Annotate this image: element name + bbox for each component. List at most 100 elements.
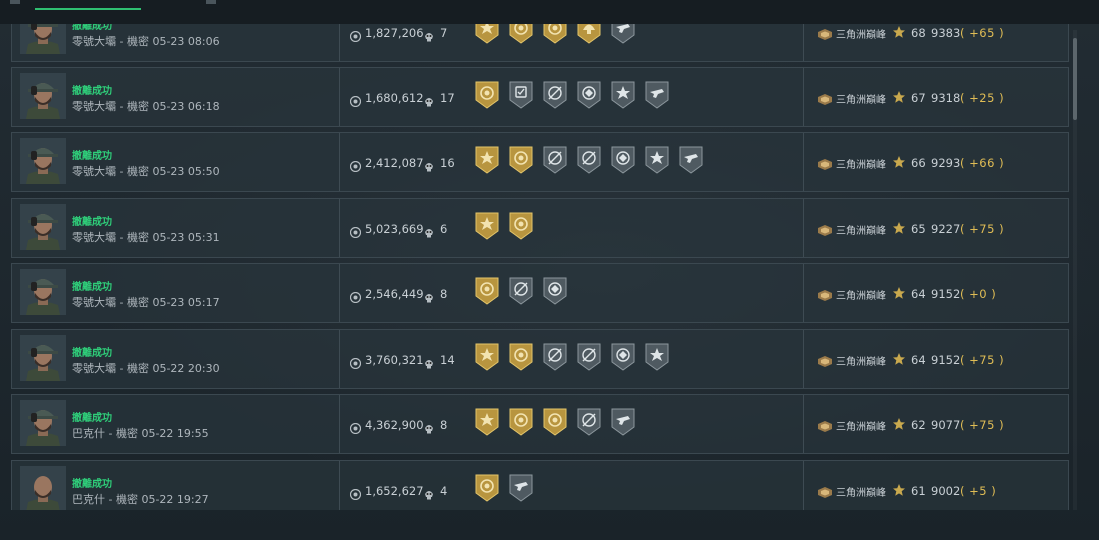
skull-icon <box>424 419 434 434</box>
column-divider <box>339 330 340 388</box>
gray-star-medal-icon[interactable] <box>610 80 636 110</box>
coin-icon <box>349 223 362 239</box>
kill-count: 17 <box>440 91 455 105</box>
column-divider <box>803 264 804 322</box>
gray-target-medal-icon[interactable] <box>542 342 568 372</box>
star-level: 65 <box>911 222 926 236</box>
extraction-status: 撤離成功 <box>72 348 112 359</box>
column-divider <box>803 68 804 126</box>
column-divider <box>803 330 804 388</box>
gray-target-medal-icon[interactable] <box>508 276 534 306</box>
map-time-label: 零號大壩 - 機密 05-23 05:31 <box>72 231 220 244</box>
extraction-status: 撤離成功 <box>72 217 112 228</box>
gray-target-medal-icon[interactable] <box>576 407 602 437</box>
rank-emblem-icon <box>817 484 833 498</box>
operator-avatar <box>20 138 66 184</box>
rank-tier-label: 三角洲巔峰 <box>836 95 886 106</box>
gray-target-medal-icon[interactable] <box>576 145 602 175</box>
gray-eye-medal-icon[interactable] <box>610 145 636 175</box>
gold-ring-medal-icon[interactable] <box>474 473 500 503</box>
coin-icon <box>349 92 362 108</box>
rank-tier-label: 三角洲巔峰 <box>836 357 886 368</box>
column-divider <box>339 395 340 453</box>
match-row[interactable]: 撤離成功 零號大壩 - 機密 05-23 05:17 2,546,449 8 三角洲巔峰… <box>11 263 1069 323</box>
gray-gun-medal-icon[interactable] <box>610 407 636 437</box>
score-delta: ( +5 ) <box>960 484 997 498</box>
gold-ring-medal-icon[interactable] <box>508 407 534 437</box>
rank-emblem-icon <box>817 353 833 367</box>
skull-icon <box>424 157 434 172</box>
top-tab-bar <box>0 0 1099 24</box>
gray-gun-medal-icon[interactable] <box>508 473 534 503</box>
match-row[interactable]: 撤離成功 零號大壩 - 機密 05-22 20:30 3,760,321 14 三角洲巔… <box>11 329 1069 389</box>
kill-count: 8 <box>440 287 448 301</box>
gold-star-medal-icon[interactable] <box>474 145 500 175</box>
star-level: 64 <box>911 287 926 301</box>
gold-ring-medal-icon[interactable] <box>474 80 500 110</box>
score-delta: ( +75 ) <box>960 418 1005 432</box>
gray-eye-medal-icon[interactable] <box>542 276 568 306</box>
gold-ring-medal-icon[interactable] <box>542 407 568 437</box>
rank-tier-label: 三角洲巔峰 <box>836 30 886 41</box>
star-icon <box>892 89 906 103</box>
match-row[interactable]: 撤離成功 零號大壩 - 機密 05-23 05:31 5,023,669 6 三角洲巔峰… <box>11 198 1069 258</box>
rank-emblem-icon <box>817 26 833 40</box>
extraction-status: 撤離成功 <box>72 86 112 97</box>
rank-emblem-icon <box>817 91 833 105</box>
gray-target-medal-icon[interactable] <box>542 80 568 110</box>
match-row[interactable]: 撤離成功 零號大壩 - 機密 05-23 05:50 2,412,087 16 三角洲巔… <box>11 132 1069 192</box>
gray-shield-medal-icon[interactable] <box>508 80 534 110</box>
skull-icon <box>424 27 434 42</box>
gold-ring-medal-icon[interactable] <box>474 276 500 306</box>
gray-eye-medal-icon[interactable] <box>576 80 602 110</box>
rank-emblem-icon <box>817 418 833 432</box>
match-row[interactable]: 撤離成功 巴克什 - 機密 05-22 19:55 4,362,900 8 三角洲巔峰 6… <box>11 394 1069 454</box>
match-row[interactable]: 撤離成功 巴克什 - 機密 05-22 19:27 1,652,627 4 三角洲巔峰 6… <box>11 460 1069 510</box>
loot-value: 2,546,449 <box>365 287 424 301</box>
gold-star-medal-icon[interactable] <box>474 407 500 437</box>
loot-value: 5,023,669 <box>365 222 424 236</box>
star-level: 67 <box>911 91 926 105</box>
kill-count: 7 <box>440 26 448 40</box>
extraction-status: 撤離成功 <box>72 282 112 293</box>
rank-emblem-icon <box>817 287 833 301</box>
star-icon <box>892 416 906 430</box>
gold-star-medal-icon[interactable] <box>474 342 500 372</box>
skull-icon <box>424 485 434 500</box>
coin-icon <box>349 157 362 173</box>
gray-star-medal-icon[interactable] <box>644 145 670 175</box>
gold-ring-medal-icon[interactable] <box>508 342 534 372</box>
gold-ring-medal-icon[interactable] <box>508 211 534 241</box>
gray-target-medal-icon[interactable] <box>576 342 602 372</box>
coin-icon <box>349 354 362 370</box>
scrollbar-thumb[interactable] <box>1073 38 1077 120</box>
column-divider <box>339 199 340 257</box>
score-delta: ( +0 ) <box>960 287 997 301</box>
corner-icon-right <box>206 0 216 4</box>
rank-score: 9227 <box>931 222 961 236</box>
kill-count: 8 <box>440 418 448 432</box>
gold-ring-medal-icon[interactable] <box>508 145 534 175</box>
gold-star-medal-icon[interactable] <box>474 211 500 241</box>
rank-score: 9293 <box>931 156 961 170</box>
map-time-label: 零號大壩 - 機密 05-23 08:06 <box>72 35 220 48</box>
skull-icon <box>424 288 434 303</box>
gray-gun-medal-icon[interactable] <box>678 145 704 175</box>
gray-gun-medal-icon[interactable] <box>644 80 670 110</box>
extraction-status: 撤離成功 <box>72 151 112 162</box>
extraction-status: 撤離成功 <box>72 413 112 424</box>
loot-value: 2,412,087 <box>365 156 424 170</box>
score-delta: ( +75 ) <box>960 222 1005 236</box>
loot-value: 1,827,206 <box>365 26 424 40</box>
match-history-list[interactable]: 撤離成功 零號大壩 - 機密 05-23 08:06 1,827,206 7 三角洲巔峰… <box>11 0 1069 510</box>
gray-target-medal-icon[interactable] <box>542 145 568 175</box>
rank-score: 9077 <box>931 418 961 432</box>
loot-value: 4,362,900 <box>365 418 424 432</box>
coin-icon <box>349 27 362 43</box>
match-row[interactable]: 撤離成功 零號大壩 - 機密 05-23 06:18 1,680,612 17 三角洲巔… <box>11 67 1069 127</box>
operator-avatar <box>20 269 66 315</box>
star-icon <box>892 24 906 38</box>
star-icon <box>892 351 906 365</box>
gray-star-medal-icon[interactable] <box>644 342 670 372</box>
gray-eye-medal-icon[interactable] <box>610 342 636 372</box>
